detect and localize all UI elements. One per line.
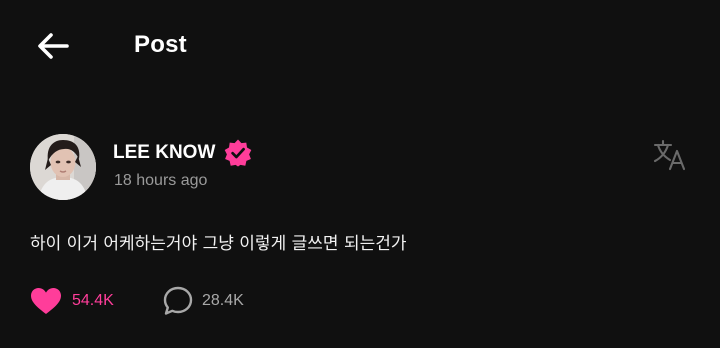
- verified-badge-icon: [224, 139, 252, 167]
- translate-button[interactable]: [652, 137, 688, 173]
- back-button[interactable]: [34, 28, 72, 64]
- post-text: 하이 이거 어케하는거야 그냥 이렇게 글쓰면 되는건가: [30, 234, 407, 254]
- top-bar: Post: [0, 0, 720, 92]
- post-actions: 54.4K 28.4K: [30, 283, 330, 319]
- post-author: LEE KNOW 18 hours ago: [30, 134, 690, 202]
- post-timestamp: 18 hours ago: [114, 172, 208, 189]
- like-count: 54.4K: [72, 292, 114, 309]
- heart-icon: [31, 288, 61, 314]
- comment-bubble-icon: [163, 286, 193, 315]
- author-name[interactable]: LEE KNOW: [113, 142, 215, 164]
- translate-icon: [653, 139, 686, 171]
- comment-count: 28.4K: [202, 292, 244, 309]
- arrow-left-icon: [38, 33, 69, 59]
- page-title: Post: [134, 31, 187, 58]
- avatar[interactable]: [30, 134, 96, 200]
- avatar-image: [30, 134, 96, 200]
- like-button[interactable]: 54.4K: [30, 283, 114, 319]
- comment-button[interactable]: 28.4K: [162, 283, 244, 319]
